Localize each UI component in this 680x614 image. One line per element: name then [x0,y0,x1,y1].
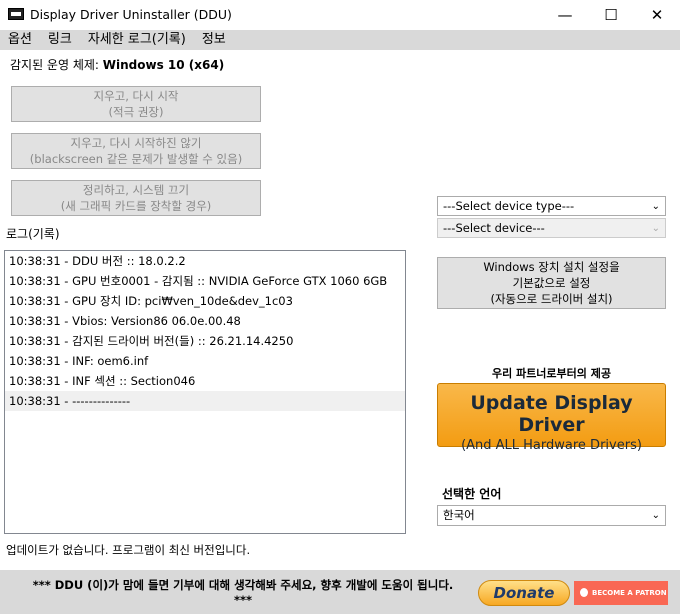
clean-restart-button[interactable]: 지우고, 다시 시작 (적극 권장) [11,86,261,122]
patreon-icon [580,588,588,597]
button-line: 지우고, 다시 시작 [93,89,179,103]
log-entry: 10:38:31 - -------------- [5,391,405,411]
ad-title: Update Display Driver [470,392,633,436]
button-line: 기본값으로 설정 [512,276,591,290]
language-label: 선택한 언어 [442,487,502,501]
partner-label: 우리 파트너로부터의 제공 [492,367,611,380]
ddu-app-icon [8,8,24,20]
donation-stars: *** [233,593,253,607]
device-type-select[interactable]: ---Select device type--- ⌄ [437,196,666,216]
log-list[interactable]: 10:38:31 - DDU 버전 :: 18.0.2.2 10:38:31 -… [4,250,406,534]
log-label: 로그(기록) [6,227,60,241]
minimize-button[interactable]: — [542,0,588,30]
patron-label: BECOME A PATRON [592,589,667,597]
button-line: 지우고, 다시 시작하진 않기 [70,136,202,150]
donation-text: *** DDU (이)가 맘에 들면 기부에 대해 생각해봐 주세요, 향후 개… [32,578,454,592]
ad-subtitle: (And ALL Hardware Drivers) [461,438,642,453]
button-line: (자동으로 드라이버 설치) [490,292,613,306]
chevron-down-icon: ⌄ [651,510,660,521]
status-text: 업데이트가 없습니다. 프로그램이 최신 버전입니다. [6,543,251,557]
menu-options[interactable]: 옵션 [0,30,40,50]
device-type-value: ---Select device type--- [443,199,575,213]
window-title: Display Driver Uninstaller (DDU) [30,7,232,22]
log-entry: 10:38:31 - GPU 장치 ID: pci₩ven_10de&dev_1… [9,294,293,308]
os-value: Windows 10 (x64) [102,58,225,72]
log-entry: 10:38:31 - INF 섹션 :: Section046 [9,374,196,388]
device-select[interactable]: ---Select device--- ⌄ [437,218,666,238]
log-entry: 10:38:31 - GPU 번호0001 - 감지됨 :: NVIDIA Ge… [9,274,388,288]
chevron-down-icon: ⌄ [651,201,660,212]
log-entry: 10:38:31 - 감지된 드라이버 버전(들) :: 26.21.14.42… [9,334,294,348]
update-driver-ad[interactable]: Update Display Driver (And ALL Hardware … [437,383,666,453]
chevron-down-icon: ⌄ [651,223,660,234]
language-select[interactable]: 한국어 ⌄ [437,505,666,526]
donate-button[interactable]: Donate [478,580,570,606]
become-patron-button[interactable]: BECOME A PATRON [574,581,668,605]
os-label: 감지된 운영 체제: [10,58,103,72]
button-line: Windows 장치 설치 설정을 [483,260,620,274]
button-line: (적극 권장) [108,105,164,119]
button-line: (새 그래픽 카드를 장착할 경우) [60,199,212,213]
menu-links[interactable]: 링크 [40,30,80,50]
button-line: (blackscreen 같은 문제가 발생할 수 있음) [29,152,243,166]
close-button[interactable]: ✕ [634,0,680,30]
log-entry: 10:38:31 - Vbios: Version86 06.0e.00.48 [9,314,241,328]
windows-default-button[interactable]: Windows 장치 설치 설정을기본값으로 설정 (자동으로 드라이버 설치) [437,257,666,309]
menu-info[interactable]: 정보 [194,30,234,50]
button-line: 정리하고, 시스템 끄기 [82,183,190,197]
donation-message: *** DDU (이)가 맘에 들면 기부에 대해 생각해봐 주세요, 향후 개… [8,578,478,608]
log-entry: 10:38:31 - INF: oem6.inf [9,354,149,368]
menu-bar: 옵션 링크 자세한 로그(기록) 정보 [0,30,680,50]
clean-shutdown-button[interactable]: 정리하고, 시스템 끄기 (새 그래픽 카드를 장착할 경우) [11,180,261,216]
menu-detailed-log[interactable]: 자세한 로그(기록) [80,30,194,50]
detected-os: 감지된 운영 체제: Windows 10 (x64) [10,56,224,73]
maximize-button[interactable]: ☐ [588,0,634,30]
device-value: ---Select device--- [443,221,545,235]
language-value: 한국어 [443,508,475,522]
log-entry: 10:38:31 - DDU 버전 :: 18.0.2.2 [9,254,186,268]
clean-no-restart-button[interactable]: 지우고, 다시 시작하진 않기 (blackscreen 같은 문제가 발생할 수… [11,133,261,169]
